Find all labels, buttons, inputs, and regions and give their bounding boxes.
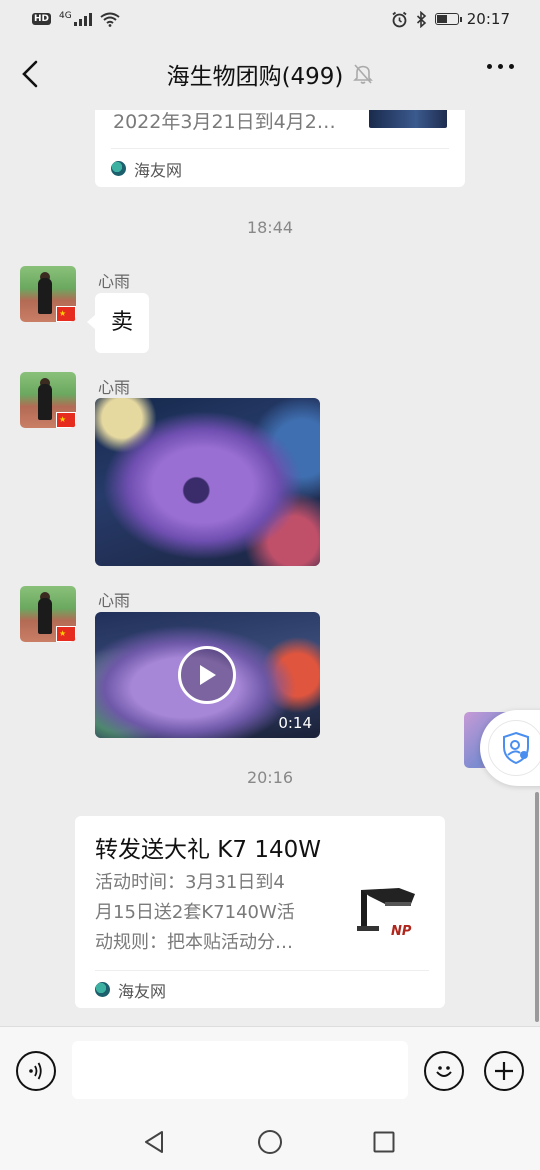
smiley-icon xyxy=(436,1066,452,1077)
emoji-button[interactable] xyxy=(424,1051,464,1091)
avatar-xinyu[interactable]: ★ xyxy=(20,266,76,322)
share-card-desc-line: 月15日送2套K7140W活 xyxy=(95,902,295,923)
play-icon[interactable] xyxy=(178,646,236,704)
coral-photo-message[interactable] xyxy=(95,398,320,566)
triangle-back-icon xyxy=(145,1131,163,1153)
nav-recents-button[interactable] xyxy=(370,1128,398,1156)
sender-name: 心雨 xyxy=(98,591,131,610)
link-card-top-thumb xyxy=(369,110,447,128)
text-message-bubble[interactable]: 卖 xyxy=(86,293,150,353)
voice-wave-icon xyxy=(29,1062,42,1080)
plus-icon xyxy=(495,1062,513,1080)
battery-icon xyxy=(434,13,462,25)
voice-button[interactable] xyxy=(16,1051,56,1091)
circle-home-icon xyxy=(258,1130,282,1154)
avatar-xinyu[interactable]: ★ xyxy=(20,586,76,642)
mute-bell-icon xyxy=(353,63,374,85)
share-card-title: 转发送大礼 K7 140W xyxy=(95,837,321,863)
more-actions-button[interactable] xyxy=(484,1051,524,1091)
square-recents-icon xyxy=(373,1131,395,1153)
bluetooth-icon xyxy=(416,10,426,28)
sender-name: 心雨 xyxy=(98,272,131,291)
shield-user-icon xyxy=(488,720,540,776)
alarm-icon xyxy=(392,11,407,27)
chat-title: 海生物团购(499) xyxy=(166,64,344,90)
source-logo-icon xyxy=(111,161,126,176)
more-options-button[interactable] xyxy=(487,64,514,69)
timestamp-2: 20:16 xyxy=(246,768,294,787)
share-card-description: 活动时间：3月31日到4 月15日送2套K7140W活 动规则：把本贴活动分… xyxy=(95,868,335,958)
link-card-top[interactable]: 2022年3月21日到4月2… 海友网 xyxy=(95,110,465,187)
nav-home-button[interactable] xyxy=(256,1128,284,1156)
hd-badge: HD xyxy=(32,13,52,25)
system-nav-bar xyxy=(0,1114,540,1170)
wifi-icon xyxy=(100,12,120,27)
nav-back-button[interactable] xyxy=(140,1128,168,1156)
video-duration: 0:14 xyxy=(278,714,312,732)
link-card-top-text: 2022年3月21日到4月2… xyxy=(113,111,336,133)
link-card-top-footer: 海友网 xyxy=(111,148,449,188)
message-list[interactable]: 2022年3月21日到4月2… 海友网 18:44 ★ 心雨 卖 ★ 心雨 ★ … xyxy=(0,110,540,1026)
signal-icon xyxy=(73,12,92,26)
share-card-footer: 海友网 xyxy=(95,970,429,1008)
avatar-xinyu[interactable]: ★ xyxy=(20,372,76,428)
chevron-left-icon xyxy=(22,60,38,88)
source-logo-icon xyxy=(95,982,110,997)
share-link-card[interactable]: 转发送大礼 K7 140W 活动时间：3月31日到4 月15日送2套K7140W… xyxy=(75,816,445,1008)
lamp-product-thumb: NP xyxy=(355,880,427,950)
input-bar xyxy=(0,1026,540,1114)
status-left: HD 4G xyxy=(32,11,120,27)
share-card-source: 海友网 xyxy=(118,981,167,1001)
timestamp-1: 18:44 xyxy=(246,218,294,237)
link-card-top-source: 海友网 xyxy=(134,160,183,180)
message-input[interactable] xyxy=(72,1041,408,1099)
status-right: 20:17 xyxy=(391,10,510,28)
status-bar: HD 4G 20:17 xyxy=(0,0,540,38)
share-card-desc-line: 动规则：把本贴活动分… xyxy=(95,932,293,953)
chat-header: 海生物团购(499) xyxy=(0,38,540,110)
sender-name: 心雨 xyxy=(98,378,131,397)
network-type: 4G xyxy=(59,11,72,21)
back-button[interactable] xyxy=(14,56,46,92)
status-time: 20:17 xyxy=(466,10,510,28)
share-card-desc-line: 活动时间：3月31日到4 xyxy=(95,872,285,893)
coral-video-message[interactable]: 0:14 xyxy=(95,612,320,738)
lamp-thumb-logo: NP xyxy=(391,924,412,939)
scrollbar[interactable] xyxy=(535,792,539,1022)
